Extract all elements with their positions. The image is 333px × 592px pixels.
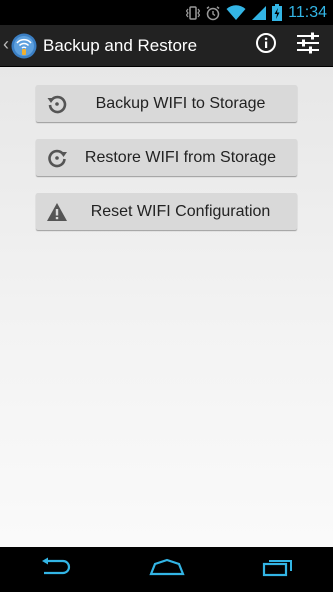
signal-icon bbox=[251, 5, 267, 21]
restore-button-label: Restore WIFI from Storage bbox=[84, 148, 277, 166]
recent-apps-icon bbox=[261, 557, 295, 582]
alarm-icon bbox=[205, 5, 221, 21]
settings-sliders-icon bbox=[296, 32, 320, 59]
wifi-backup-app-icon[interactable] bbox=[11, 33, 37, 59]
reset-button-label: Reset WIFI Configuration bbox=[90, 202, 271, 220]
restore-wifi-button[interactable]: Restore WIFI from Storage bbox=[36, 139, 297, 176]
status-clock: 11:34 bbox=[288, 3, 327, 21]
vibrate-icon bbox=[186, 5, 201, 21]
wifi-icon bbox=[226, 4, 246, 21]
reset-wifi-button[interactable]: Reset WIFI Configuration bbox=[36, 193, 297, 230]
home-icon bbox=[148, 558, 185, 581]
nav-home-button[interactable] bbox=[137, 550, 197, 590]
up-navigation-caret[interactable]: ‹ bbox=[3, 34, 9, 55]
nav-recent-apps-button[interactable] bbox=[248, 550, 308, 590]
status-bar: 11:34 bbox=[0, 0, 333, 25]
battery-charging-icon bbox=[272, 4, 283, 21]
settings-button[interactable] bbox=[287, 25, 329, 67]
system-navigation-bar bbox=[0, 547, 333, 592]
page-title: Backup and Restore bbox=[43, 35, 198, 55]
backup-wifi-button[interactable]: Backup WIFI to Storage bbox=[36, 85, 297, 122]
nav-back-button[interactable] bbox=[26, 550, 86, 590]
warning-icon bbox=[46, 201, 68, 223]
back-icon bbox=[39, 557, 73, 582]
info-icon bbox=[255, 32, 277, 59]
backup-arrow-icon bbox=[46, 93, 68, 115]
main-content: Backup WIFI to Storage Restore WIFI from… bbox=[0, 67, 333, 547]
action-bar: ‹ Backup and Restore bbox=[0, 25, 333, 67]
restore-arrow-icon bbox=[46, 147, 68, 169]
info-button[interactable] bbox=[245, 25, 287, 67]
backup-button-label: Backup WIFI to Storage bbox=[95, 94, 266, 112]
